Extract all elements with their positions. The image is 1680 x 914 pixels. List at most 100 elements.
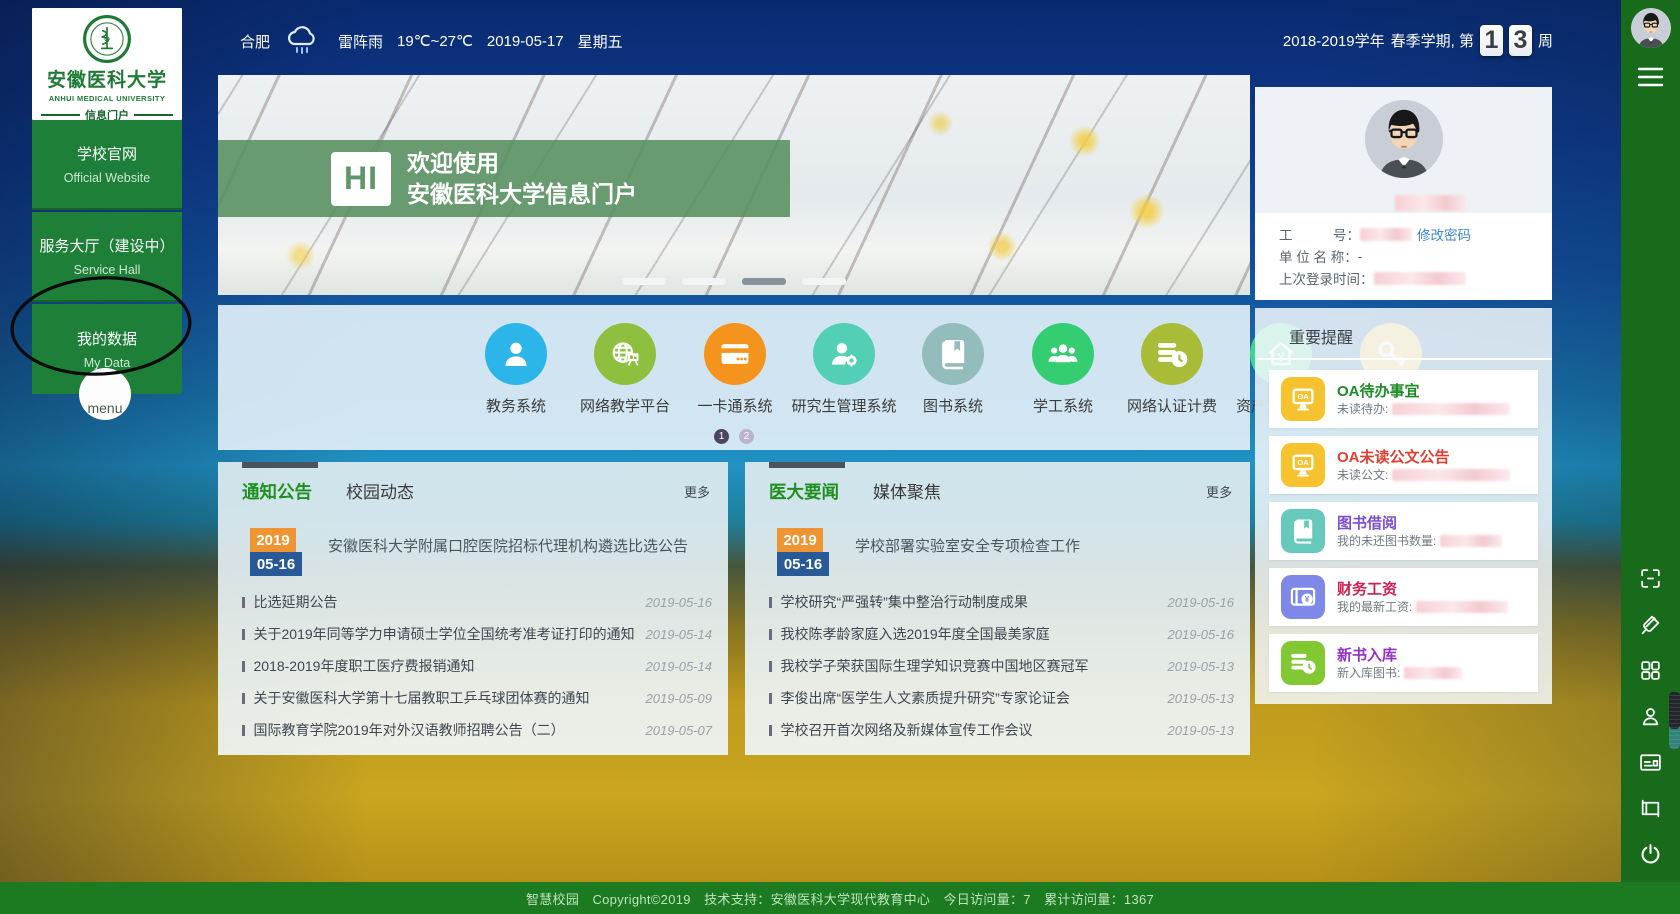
banner-carousel[interactable]: HI 欢迎使用 安徽医科大学信息门户 xyxy=(218,75,1250,295)
featured-news-item[interactable]: 2019 05-16 学校部署实验室安全专项检查工作 xyxy=(777,528,1080,576)
topbar-semester: 2018-2019学年 春季学期, 第 1 3 周 xyxy=(1283,22,1553,58)
featured-news-item[interactable]: 2019 05-16 安徽医科大学附属口腔医院招标代理机构遴选比选公告 xyxy=(250,528,688,576)
globe-teaching-icon xyxy=(594,323,656,385)
banner-pagination xyxy=(218,278,1250,285)
right-toolbar-rail xyxy=(1621,0,1680,914)
app-xuegong[interactable]: 学工系统 xyxy=(1008,323,1118,416)
news-item[interactable]: 关于2019年同等学力申请硕士学位全国统考准考证打印的通知2019-05-14 xyxy=(242,618,712,650)
sidebar-item-label-cn: 服务大厅（建设中） xyxy=(39,235,174,256)
app-jiaowu[interactable]: 教务系统 xyxy=(461,323,571,416)
banner-welcome-band: HI 欢迎使用 安徽医科大学信息门户 xyxy=(218,140,790,217)
city-label: 合肥 xyxy=(240,31,270,52)
apps-pagination: 1 2 xyxy=(218,429,1250,444)
news-item[interactable]: 比选延期公告2019-05-16 xyxy=(242,586,712,618)
last-login-row: 上次登录时间： xyxy=(1279,267,1529,289)
reminder-new-books[interactable]: 新书入库 新入库图书: xyxy=(1269,634,1538,692)
app-tushu[interactable]: 图书系统 xyxy=(898,323,1008,416)
apps-grid-icon[interactable] xyxy=(1638,658,1663,683)
profile-icon[interactable] xyxy=(1638,704,1663,729)
banner-page-dash[interactable] xyxy=(622,278,666,285)
item-tick-icon xyxy=(242,693,245,704)
temperature-label: 19℃~27℃ xyxy=(397,32,473,50)
reminder-oa-unread-docs[interactable]: OA未读公文公告 未读公文: xyxy=(1269,436,1538,494)
app-label: 网络教学平台 xyxy=(580,395,670,416)
news-list: 比选延期公告2019-05-16 关于2019年同等学力申请硕士学位全国统考准考… xyxy=(242,586,712,746)
redacted-user-name xyxy=(1395,195,1467,211)
theme-brush-icon[interactable] xyxy=(1638,612,1663,637)
menu-button[interactable]: menu xyxy=(79,368,131,420)
hamburger-menu-icon[interactable] xyxy=(1637,66,1664,88)
redacted-value xyxy=(1404,667,1462,679)
news-panel-notices: 通知公告 校园动态 更多 2019 05-16 安徽医科大学附属口腔医院招标代理… xyxy=(218,462,728,755)
user-icon xyxy=(485,323,547,385)
tab-tongzhi-gonggao[interactable]: 通知公告 xyxy=(242,479,312,504)
reminder-oa-todo[interactable]: OA待办事宜 未读待办: xyxy=(1269,370,1538,428)
app-yikatong[interactable]: 一卡通系统 xyxy=(680,323,790,416)
id-card-icon[interactable] xyxy=(1638,750,1663,775)
news-item[interactable]: 李俊出席“医学生人文素质提升研究”专家论证会2019-05-13 xyxy=(769,682,1234,714)
app-label: 学工系统 xyxy=(1033,395,1093,416)
app-yanjiusheng[interactable]: 研究生管理系统 xyxy=(789,323,899,416)
news-item[interactable]: 2018-2019年度职工医疗费报销通知2019-05-14 xyxy=(242,650,712,682)
change-password-link[interactable]: 修改密码 xyxy=(1417,224,1471,244)
news-item[interactable]: 我校陈孝龄家庭入选2019年度全国最美家庭2019-05-16 xyxy=(769,618,1234,650)
tab-xiaoyuan-dongtai[interactable]: 校园动态 xyxy=(346,478,414,503)
fullscreen-icon[interactable] xyxy=(1638,566,1663,591)
app-wangluorenzheng[interactable]: 网络认证计费 xyxy=(1117,323,1227,416)
university-logo-card[interactable]: 安徽医科大学 ANHUI MEDICAL UNIVERSITY 信息门户 xyxy=(32,8,182,120)
app-wangluojiaoxue[interactable]: 网络教学平台 xyxy=(570,323,680,416)
sidebar-item-official-website[interactable]: 学校官网 Official Website xyxy=(32,120,182,210)
user-id-row: 工 号： 修改密码 xyxy=(1279,223,1529,245)
sidebar-item-service-hall[interactable]: 服务大厅（建设中） Service Hall xyxy=(32,212,182,302)
university-name-en: ANHUI MEDICAL UNIVERSITY xyxy=(49,94,166,103)
power-icon[interactable] xyxy=(1638,842,1663,867)
news-item[interactable]: 我校学子荣获国际生理学知识竞赛中国地区赛冠军2019-05-13 xyxy=(769,650,1234,682)
hi-logo: HI xyxy=(331,152,391,206)
menu-button-label: menu xyxy=(87,400,122,416)
apps-page-dot-2[interactable]: 2 xyxy=(739,429,754,444)
news-item[interactable]: 国际教育学院2019年对外汉语教师招聘公告（二）2019-05-07 xyxy=(242,714,712,746)
tab-meiti-jujiao[interactable]: 媒体聚焦 xyxy=(873,478,941,503)
item-tick-icon xyxy=(242,597,245,608)
news-item[interactable]: 学校研究“严强转”集中整治行动制度成果2019-05-16 xyxy=(769,586,1234,618)
reminders-title: 重要提醒 xyxy=(1289,324,1353,348)
news-item[interactable]: 关于安徽医科大学第十七届教职工乒乓球团体赛的通知2019-05-09 xyxy=(242,682,712,714)
banner-page-dash[interactable] xyxy=(682,278,726,285)
redacted-value xyxy=(1440,535,1502,547)
reminder-library-borrow[interactable]: 图书借阅 我的未还图书数量: xyxy=(1269,502,1538,560)
more-link[interactable]: 更多 xyxy=(684,482,710,501)
item-tick-icon xyxy=(769,629,772,640)
item-tick-icon xyxy=(242,629,245,640)
semester-term-label: 春季学期, 第 xyxy=(1391,30,1474,51)
app-label: 图书系统 xyxy=(923,395,983,416)
billing-clock-icon xyxy=(1141,323,1203,385)
banner-welcome-text: 欢迎使用 安徽医科大学信息门户 xyxy=(407,148,637,210)
banner-page-dash-active[interactable] xyxy=(742,278,786,285)
app-label: 教务系统 xyxy=(486,395,546,416)
university-seal-icon xyxy=(82,14,132,64)
banner-page-dash[interactable] xyxy=(802,278,846,285)
week-suffix-label: 周 xyxy=(1538,30,1553,51)
tab-yida-yaowen[interactable]: 医大要闻 xyxy=(769,479,839,504)
tab-indicator xyxy=(242,462,318,468)
featured-title: 安徽医科大学附属口腔医院招标代理机构遴选比选公告 xyxy=(328,535,688,576)
sidebar-item-label-cn: 学校官网 xyxy=(77,143,137,164)
scrollbar-thumb[interactable] xyxy=(1669,692,1680,749)
item-tick-icon xyxy=(242,725,245,736)
sidebar-item-label-cn: 我的数据 xyxy=(77,328,137,349)
more-link[interactable]: 更多 xyxy=(1206,482,1232,501)
news-item[interactable]: 学校召开首次网络及新媒体宣传工作会议2019-05-13 xyxy=(769,714,1234,746)
user-avatar[interactable] xyxy=(1365,100,1443,178)
user-avatar-small[interactable] xyxy=(1631,8,1671,48)
layout-window-icon[interactable] xyxy=(1638,796,1663,821)
semester-year-label: 2018-2019学年 xyxy=(1283,30,1385,51)
new-books-icon xyxy=(1281,641,1325,685)
card-icon xyxy=(704,323,766,385)
reminder-finance-salary[interactable]: 财务工资 我的最新工资: xyxy=(1269,568,1538,626)
redacted-value xyxy=(1392,403,1510,415)
salary-card-icon xyxy=(1281,575,1325,619)
apps-page-dot-1[interactable]: 1 xyxy=(714,429,729,444)
item-tick-icon xyxy=(769,597,772,608)
item-tick-icon xyxy=(769,661,772,672)
weather-label: 雷阵雨 xyxy=(338,31,383,52)
